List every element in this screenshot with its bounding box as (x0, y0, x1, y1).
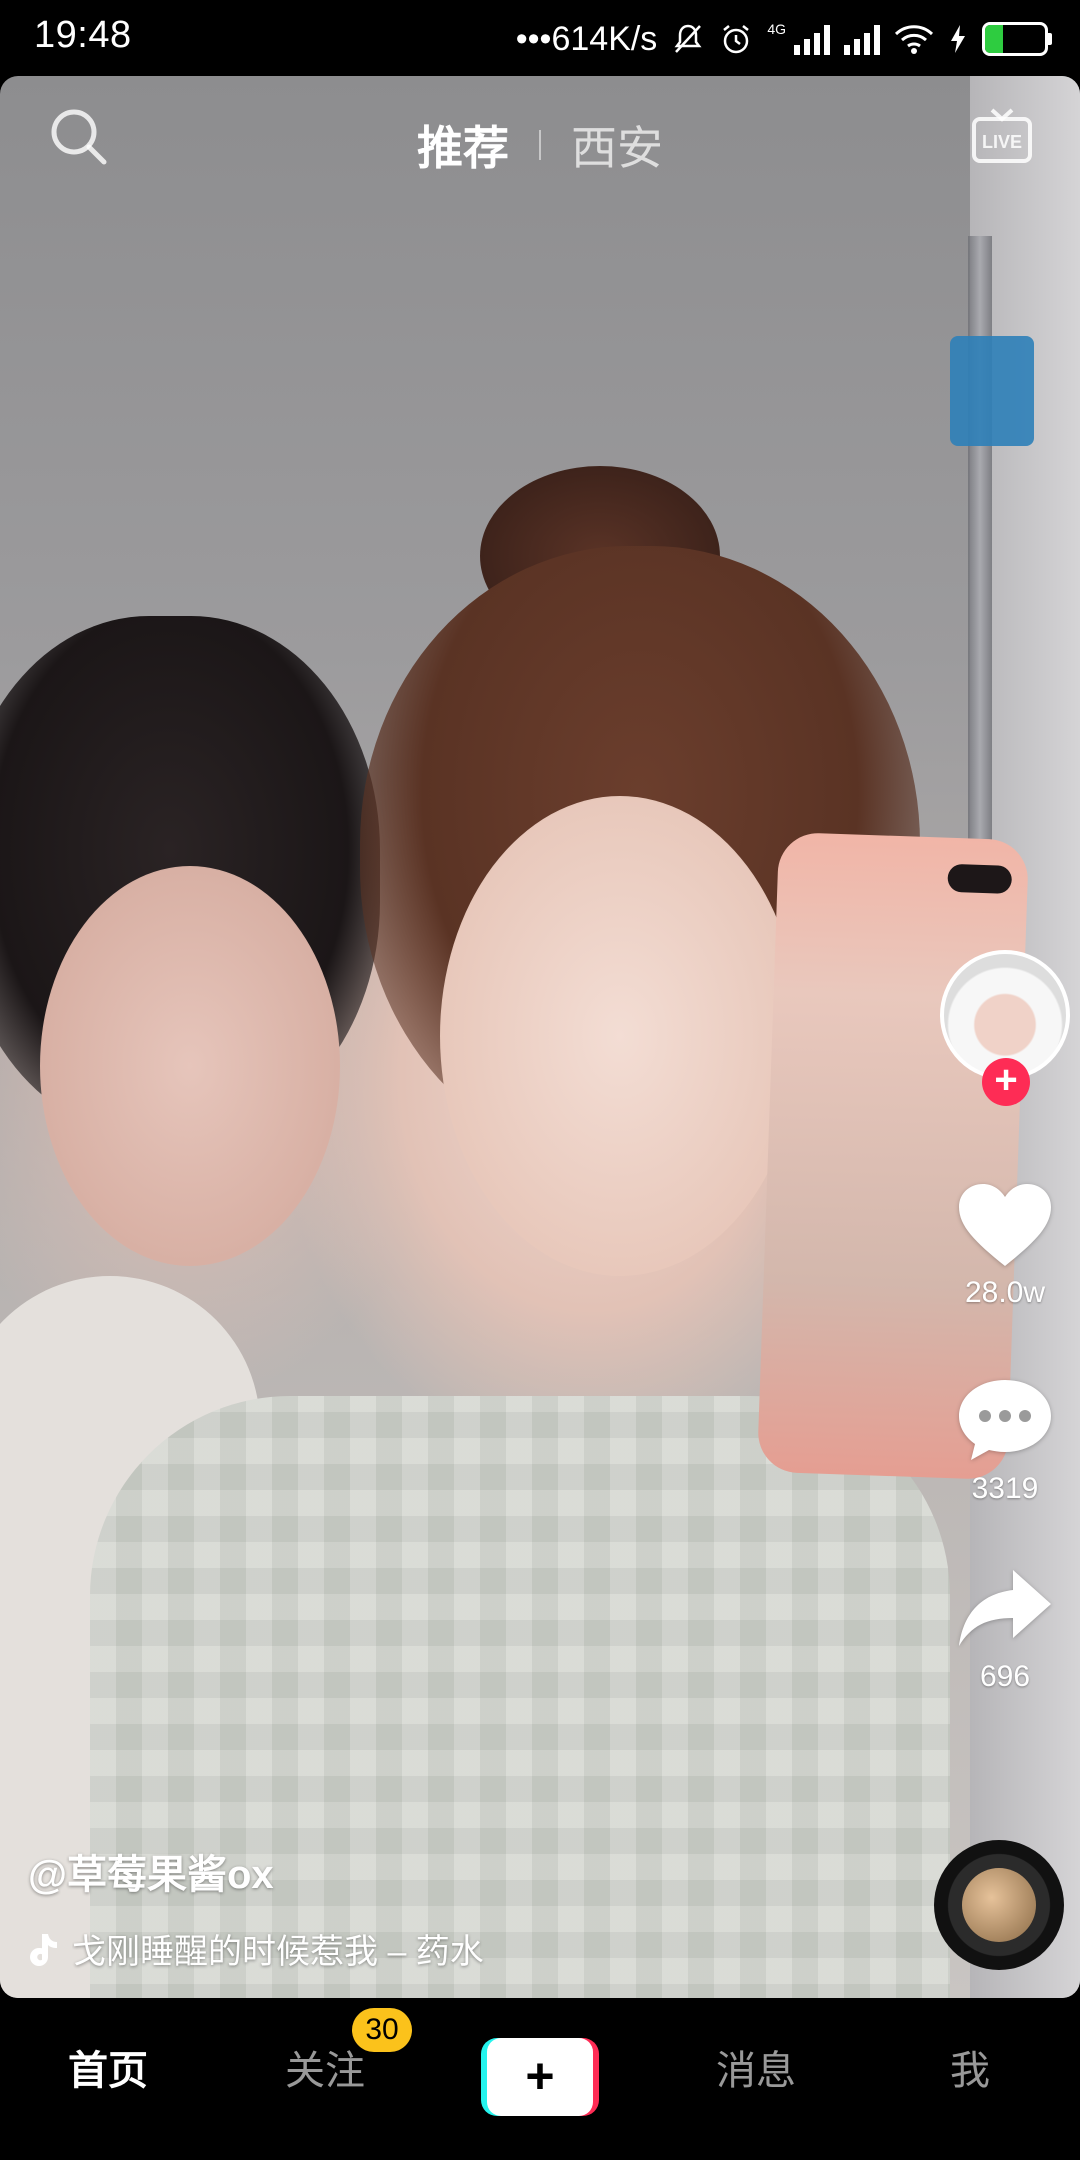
battery-icon: 30 (982, 22, 1052, 56)
share-count: 696 (979, 1660, 1031, 1693)
share-arrow-icon (959, 1570, 1051, 1646)
follow-plus-button[interactable]: + (982, 1058, 1030, 1106)
music-note-icon (30, 1933, 57, 1966)
charging-icon (951, 25, 965, 53)
following-badge: 30 (352, 2008, 412, 2052)
author-name[interactable]: @草莓果酱ox (28, 1842, 274, 1900)
share-button[interactable]: 696 (930, 1564, 1080, 1694)
mute-icon (674, 24, 702, 53)
net-speed: •••614K/s (515, 19, 658, 58)
music-cover (962, 1868, 1036, 1942)
status-bar: 19:48 •••614K/s 4G 30 (0, 0, 1080, 76)
top-tabs: 推荐 西安 (0, 106, 1080, 184)
nav-me[interactable]: 我 (900, 2038, 1040, 2096)
create-plus-icon: + (487, 2038, 593, 2116)
heart-icon (959, 1184, 1051, 1266)
nav-home[interactable]: 首页 (38, 2038, 178, 2096)
svg-text:LIVE: LIVE (982, 132, 1022, 152)
signal-4g-icon (794, 23, 830, 55)
comment-button[interactable]: 3319 (930, 1376, 1080, 1506)
bottom-nav: 首页 关注 30 + 消息 我 (0, 1998, 1080, 2160)
music-caption[interactable]: 戈刚睡醒的时候惹我 – 药水 (28, 1924, 562, 1973)
like-button[interactable]: 28.0w (930, 1180, 1080, 1310)
create-button[interactable]: + (481, 2038, 599, 2116)
wifi-icon (894, 25, 934, 54)
like-count: 28.0w (964, 1276, 1046, 1309)
music-disc[interactable] (934, 1840, 1064, 1970)
network-type: 4G (767, 21, 786, 37)
status-icons: •••614K/s 4G 30 (516, 12, 1052, 66)
tab-recommended[interactable]: 推荐 (417, 106, 509, 184)
tab-divider (539, 130, 541, 160)
music-title: 戈刚睡醒的时候惹我 – 药水 (72, 1933, 484, 1971)
signal-icon (844, 23, 880, 55)
alarm-icon (723, 25, 750, 54)
battery-level: 30 (1003, 27, 1027, 50)
nav-messages[interactable]: 消息 (686, 2038, 826, 2096)
live-icon[interactable]: LIVE (970, 104, 1034, 168)
video-player[interactable] (0, 76, 1080, 1998)
comment-count: 3319 (971, 1472, 1039, 1505)
tab-local-city[interactable]: 西安 (571, 106, 663, 184)
status-time: 19:48 (34, 14, 132, 56)
comment-icon (959, 1380, 1051, 1460)
